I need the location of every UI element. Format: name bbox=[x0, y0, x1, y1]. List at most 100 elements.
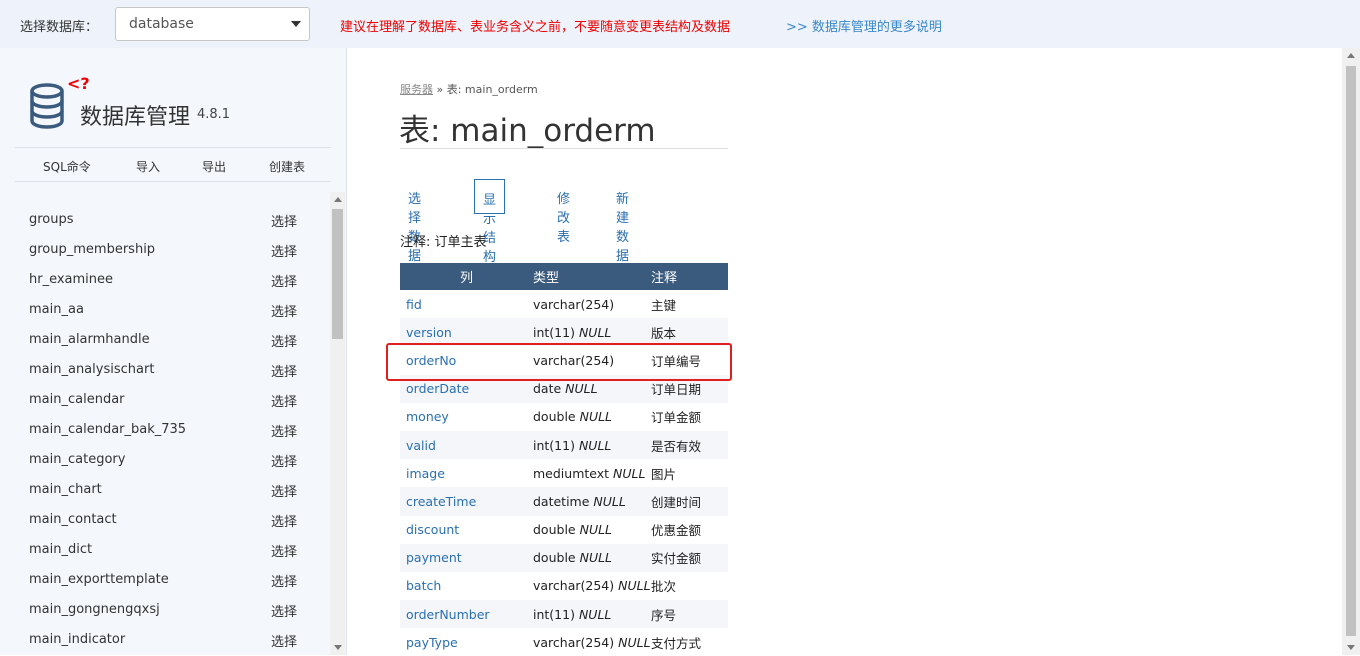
table-name-link[interactable]: main_calendar_bak_735 bbox=[29, 422, 186, 437]
tab-alter-table[interactable]: 修改表 bbox=[549, 179, 578, 245]
main-scrollbar[interactable] bbox=[1342, 48, 1360, 655]
select-table-link[interactable]: 选择 bbox=[271, 511, 297, 530]
table-list-item: main_aa 选择 bbox=[0, 294, 330, 324]
select-table-link[interactable]: 选择 bbox=[271, 631, 297, 650]
column-comment: 主键 bbox=[651, 297, 677, 313]
select-table-link[interactable]: 选择 bbox=[271, 451, 297, 470]
column-type-value: varchar(254) bbox=[533, 296, 615, 312]
column-header-name: 列 bbox=[400, 263, 533, 290]
table-name-link[interactable]: groups bbox=[29, 212, 74, 227]
database-select[interactable]: database bbox=[115, 7, 310, 41]
scroll-down-icon[interactable] bbox=[1347, 645, 1355, 650]
table-list-item: main_calendar_bak_735 选择 bbox=[0, 414, 330, 444]
breadcrumb: 服务器 » 表: main_orderm bbox=[400, 81, 538, 97]
breadcrumb-current: 表: main_orderm bbox=[446, 83, 538, 96]
column-comment: 图片 bbox=[651, 466, 677, 482]
column-type-value: varchar(254) bbox=[533, 578, 615, 594]
title-divider bbox=[400, 148, 728, 149]
create-table-link[interactable]: 创建表 bbox=[269, 158, 305, 175]
breadcrumb-server-link[interactable]: 服务器 bbox=[400, 83, 433, 96]
column-type-value: varchar(254) bbox=[533, 634, 615, 650]
structure-row: payment double NULL 实付金额 bbox=[400, 543, 728, 572]
column-name: money bbox=[406, 409, 449, 425]
table-list-item: main_calendar 选择 bbox=[0, 384, 330, 414]
select-table-link[interactable]: 选择 bbox=[271, 241, 297, 260]
scroll-up-icon[interactable] bbox=[334, 197, 342, 202]
sidebar: <? 数据库管理 4.8.1 SQL命令 导入 导出 创建表 groups 选择 g… bbox=[0, 48, 347, 655]
table-name-link[interactable]: main_alarmhandle bbox=[29, 332, 150, 347]
page-title: 表: main_orderm bbox=[399, 113, 656, 149]
column-type: mediumtext NULL bbox=[533, 459, 651, 487]
column-comment: 实付金额 bbox=[651, 543, 728, 572]
table-list-item: main_chart 选择 bbox=[0, 474, 330, 504]
table-name-link[interactable]: main_gongnengqxsj bbox=[29, 602, 160, 617]
table-list: groups 选择 group_membership 选择 hr_examinee 选择 m… bbox=[0, 204, 330, 654]
tab-select-data[interactable]: 选择数据 bbox=[400, 179, 429, 264]
tab-new-item[interactable]: 新建数据 bbox=[608, 179, 637, 264]
import-link[interactable]: 导入 bbox=[136, 158, 160, 175]
structure-row: payType varchar(254) NULL 支付方式 bbox=[400, 628, 728, 656]
app-version: 4.8.1 bbox=[197, 107, 231, 122]
select-table-link[interactable]: 选择 bbox=[271, 391, 297, 410]
table-name-link[interactable]: main_indicator bbox=[29, 632, 125, 647]
select-table-link[interactable]: 选择 bbox=[271, 361, 297, 380]
null-flag: NULL bbox=[593, 493, 626, 509]
column-name: payment bbox=[400, 543, 533, 572]
column-type-value: double bbox=[533, 522, 576, 538]
database-select-label: 选择数据库： bbox=[20, 20, 99, 35]
table-list-item: group_membership 选择 bbox=[0, 234, 330, 264]
table-name-link[interactable]: group_membership bbox=[29, 242, 155, 257]
select-table-link[interactable]: 选择 bbox=[271, 571, 297, 590]
table-list-item: main_exporttemplate 选择 bbox=[0, 564, 330, 594]
select-table-link[interactable]: 选择 bbox=[271, 301, 297, 320]
table-name-link[interactable]: main_contact bbox=[29, 512, 117, 527]
table-list-item: main_analysischart 选择 bbox=[0, 354, 330, 384]
export-link[interactable]: 导出 bbox=[202, 158, 226, 175]
select-table-link[interactable]: 选择 bbox=[271, 601, 297, 620]
select-table-link[interactable]: 选择 bbox=[271, 331, 297, 350]
select-table-link[interactable]: 选择 bbox=[271, 271, 297, 290]
table-name-link[interactable]: main_exporttemplate bbox=[29, 572, 169, 587]
column-comment: 订单金额 bbox=[651, 410, 702, 426]
tab-show-structure[interactable]: 显示结构 bbox=[474, 179, 506, 265]
table-list-item: main_dict 选择 bbox=[0, 534, 330, 564]
select-table-link[interactable]: 选择 bbox=[271, 211, 297, 230]
select-table-link[interactable]: 选择 bbox=[271, 481, 297, 500]
column-type-value: int(11) bbox=[533, 606, 575, 622]
structure-row: image mediumtext NULL 图片 bbox=[400, 459, 728, 487]
column-type-value: double bbox=[533, 550, 576, 566]
sidebar-scrollbar[interactable] bbox=[330, 192, 345, 655]
structure-row: fid varchar(254) 主键 bbox=[400, 290, 728, 318]
warning-text: 建议在理解了数据库、表业务含义之前，不要随意变更表结构及数据 bbox=[340, 20, 731, 35]
column-name: orderNumber bbox=[400, 600, 533, 629]
table-name-link[interactable]: main_chart bbox=[29, 482, 102, 497]
table-name-link[interactable]: main_analysischart bbox=[29, 362, 154, 377]
database-icon bbox=[30, 83, 64, 129]
select-table-link[interactable]: 选择 bbox=[271, 541, 297, 560]
null-flag: NULL bbox=[578, 324, 612, 340]
table-list-item: groups 选择 bbox=[0, 204, 330, 234]
column-type: int(11) NULL bbox=[533, 600, 651, 629]
structure-table: 列 类型 注释 fid varchar(254) 主键 version int(11) … bbox=[400, 263, 728, 656]
table-name-link[interactable]: main_dict bbox=[29, 542, 92, 557]
column-type: varchar(254) NULL bbox=[533, 572, 651, 600]
table-name-link[interactable]: main_aa bbox=[29, 302, 84, 317]
sql-command-link[interactable]: SQL命令 bbox=[43, 158, 91, 175]
main-scrollbar-thumb[interactable] bbox=[1346, 66, 1356, 636]
select-table-link[interactable]: 选择 bbox=[271, 421, 297, 440]
scroll-down-icon[interactable] bbox=[334, 645, 342, 650]
table-list-item: main_indicator 选择 bbox=[0, 624, 330, 654]
structure-row: discount double NULL 优惠金额 bbox=[400, 516, 728, 544]
column-type: double NULL bbox=[533, 403, 651, 431]
column-type: double NULL bbox=[533, 516, 651, 544]
table-name-link[interactable]: main_calendar bbox=[29, 392, 125, 407]
null-flag: NULL bbox=[578, 437, 612, 453]
null-flag: NULL bbox=[613, 465, 646, 481]
more-info-link[interactable]: >> 数据库管理的更多说明 bbox=[786, 16, 942, 35]
table-name-link[interactable]: main_category bbox=[29, 452, 125, 467]
column-comment: 序号 bbox=[651, 600, 728, 629]
table-comment: 注释: 订单主表 bbox=[400, 235, 487, 250]
table-name-link[interactable]: hr_examinee bbox=[29, 272, 113, 287]
scroll-up-icon[interactable] bbox=[1347, 53, 1355, 58]
sidebar-scrollbar-thumb[interactable] bbox=[332, 209, 343, 339]
